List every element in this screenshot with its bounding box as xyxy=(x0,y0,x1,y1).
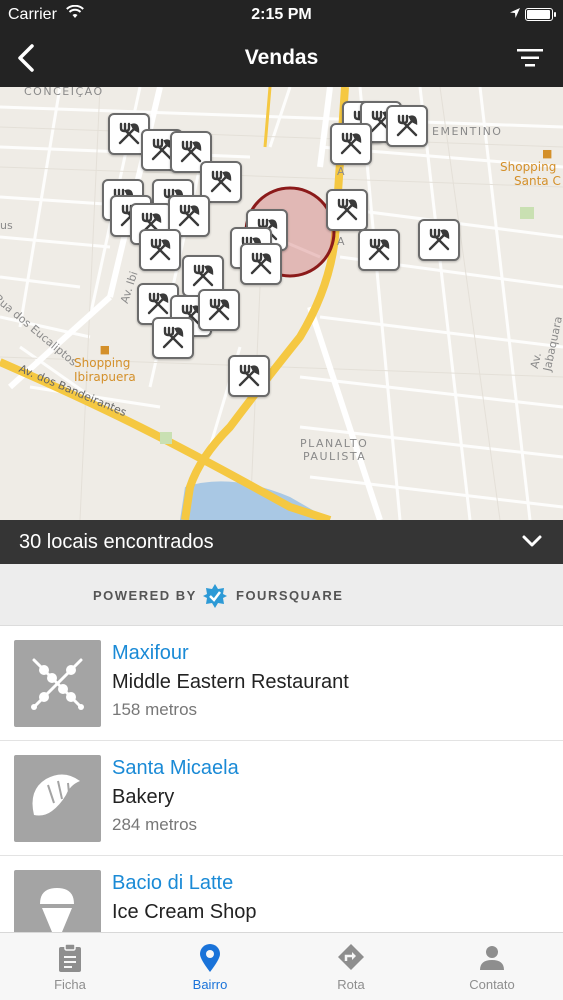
fork-knife-icon xyxy=(208,298,230,321)
venue-pin[interactable] xyxy=(198,289,240,331)
results-bar[interactable]: 30 locais encontrados xyxy=(0,520,563,564)
poi-shopping-santa-cruz[interactable]: ■ Shopping Santa C xyxy=(500,147,561,188)
venue-distance: 284 metros xyxy=(112,815,198,834)
map-label-paulista: PAULISTA xyxy=(303,450,367,463)
venue-category: Middle Eastern Restaurant xyxy=(112,671,349,693)
powered-by-label: POWERED BY xyxy=(93,588,197,603)
top-bar: Carrier 2:15 PM Vendas xyxy=(0,0,563,87)
map-label-conceicao: CONCEIÇÃO xyxy=(24,87,104,98)
venue-pin[interactable] xyxy=(418,219,460,261)
list-item[interactable]: Bacio di Latte Ice Cream Shop xyxy=(0,856,563,932)
venue-pin[interactable] xyxy=(330,123,372,165)
venue-pin[interactable] xyxy=(139,229,181,271)
location-arrow-icon xyxy=(510,8,520,18)
tab-bar: Ficha Bairro Rota Contato xyxy=(0,932,563,1000)
ice-cream-icon xyxy=(14,870,101,932)
fork-knife-icon xyxy=(336,198,358,221)
map-pin-icon xyxy=(200,944,220,972)
powered-by-foursquare: POWERED BY FOURSQUARE xyxy=(0,564,563,626)
chevron-down-icon[interactable] xyxy=(521,530,543,552)
fork-knife-icon xyxy=(250,252,272,275)
clipboard-icon xyxy=(59,943,81,972)
page-title: Vendas xyxy=(244,46,319,69)
venue-pin[interactable] xyxy=(386,105,428,147)
tab-bairro[interactable]: Bairro xyxy=(140,933,280,1000)
kebab-icon xyxy=(14,640,101,727)
fork-knife-icon xyxy=(340,132,362,155)
fork-knife-icon xyxy=(149,238,171,261)
person-icon xyxy=(480,946,504,970)
map-label-planalto: PLANALTO xyxy=(300,437,369,450)
fork-knife-icon xyxy=(192,264,214,287)
venue-category: Ice Cream Shop xyxy=(112,901,257,923)
croissant-icon xyxy=(14,755,101,842)
map-label-road-a: A xyxy=(337,165,345,178)
fork-knife-icon xyxy=(118,122,140,145)
fork-knife-icon xyxy=(178,204,200,227)
foursquare-label: FOURSQUARE xyxy=(236,588,344,603)
map-label-road-a2: A xyxy=(337,235,345,248)
map-view[interactable]: CONCEIÇÃO EMENTINO PLANALTO PAULISTA Rua… xyxy=(0,87,563,520)
venue-pin[interactable] xyxy=(240,243,282,285)
fork-knife-icon xyxy=(210,170,232,193)
fork-knife-icon xyxy=(396,114,418,137)
list-item[interactable]: Maxifour Middle Eastern Restaurant 158 m… xyxy=(0,626,563,741)
fork-knife-icon xyxy=(180,140,202,163)
results-count: 30 locais encontrados xyxy=(19,531,214,553)
venue-pin[interactable] xyxy=(228,355,270,397)
battery-icon xyxy=(525,8,556,21)
map-label-clementino: EMENTINO xyxy=(432,125,503,138)
tab-ficha[interactable]: Ficha xyxy=(0,933,140,1000)
venue-name[interactable]: Santa Micaela xyxy=(112,757,239,780)
fork-knife-icon xyxy=(428,228,450,251)
foursquare-logo-icon xyxy=(203,584,227,608)
status-bar: Carrier 2:15 PM xyxy=(0,0,563,30)
venue-pin[interactable] xyxy=(358,229,400,271)
navigation-bar: Vendas xyxy=(0,30,563,87)
fork-knife-icon xyxy=(238,364,260,387)
route-icon xyxy=(338,944,364,970)
filter-icon[interactable] xyxy=(515,44,545,72)
venue-distance: 158 metros xyxy=(112,700,198,719)
venue-name[interactable]: Bacio di Latte xyxy=(112,872,233,895)
venue-pin[interactable] xyxy=(326,189,368,231)
venue-category: Bakery xyxy=(112,786,175,808)
venue-list[interactable]: Maxifour Middle Eastern Restaurant 158 m… xyxy=(0,626,563,932)
clock: 2:15 PM xyxy=(251,6,312,23)
map-label-us: us xyxy=(0,219,13,232)
list-item[interactable]: Santa Micaela Bakery 284 metros xyxy=(0,741,563,856)
venue-pin[interactable] xyxy=(152,317,194,359)
fork-knife-icon xyxy=(162,326,184,349)
fork-knife-icon xyxy=(368,238,390,261)
tab-rota[interactable]: Rota xyxy=(281,933,421,1000)
poi-shopping-ibirapuera[interactable]: ■ Shopping Ibirapuera xyxy=(74,343,136,384)
fork-knife-icon xyxy=(147,292,169,315)
map-streets xyxy=(0,87,563,520)
tab-contato[interactable]: Contato xyxy=(422,933,562,1000)
venue-name[interactable]: Maxifour xyxy=(112,642,189,665)
